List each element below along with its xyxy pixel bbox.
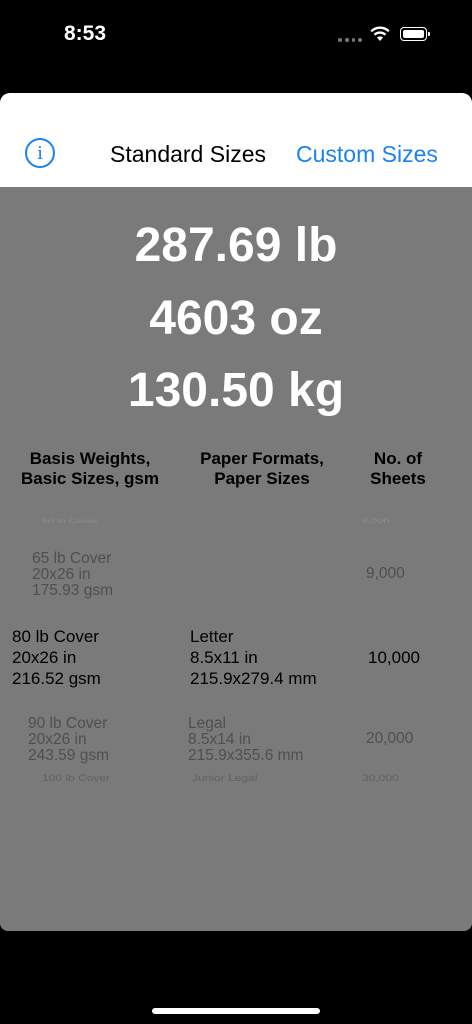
- wifi-icon: [370, 26, 390, 41]
- format-cell: Legal 8.5x14 in 215.9x355.6 mm: [188, 715, 304, 764]
- result-pounds: 287.69 lb: [134, 219, 338, 272]
- column-header-sheets-label: No. of Sheets: [370, 449, 426, 488]
- sheets-cell: 8,000: [362, 518, 390, 525]
- sheets-cell: 20,000: [366, 730, 414, 747]
- basis-cell: 100 lb Cover: [42, 772, 111, 784]
- cellular-signal-icon: [338, 38, 362, 42]
- result-ounces: 4603 oz: [149, 292, 323, 345]
- status-bar: 8:53: [0, 0, 472, 70]
- sheets-cell: 9,000: [366, 565, 405, 582]
- sheets-cell: 10,000: [368, 648, 420, 667]
- sheets-cell: 30,000: [362, 772, 399, 784]
- column-header-sheets: No. of Sheets: [348, 449, 448, 489]
- modal-sheet: i Standard Sizes Custom Sizes 287.69 lb …: [0, 93, 472, 931]
- column-header-basis-weights: Basis Weights, Basic Sizes, gsm: [10, 449, 170, 489]
- home-indicator[interactable]: [152, 1008, 320, 1014]
- format-cell: Letter 8.5x11 in 215.9x279.4 mm: [190, 627, 317, 688]
- basis-cell: 90 lb Cover 20x26 in 243.59 gsm: [28, 715, 109, 764]
- standard-sizes-title: Standard Sizes: [110, 141, 266, 167]
- result-kilograms: 130.50 kg: [127, 364, 345, 417]
- custom-sizes-button[interactable]: Custom Sizes: [296, 141, 438, 168]
- format-cell: Junior Legal: [192, 772, 258, 784]
- basis-cell: 80 lb Cover 20x26 in 216.52 gsm: [12, 627, 101, 688]
- basis-cell: 60 lb Cover: [42, 518, 99, 525]
- status-time: 8:53: [64, 22, 107, 45]
- basis-cell: 65 lb Cover 20x26 in 175.93 gsm: [32, 550, 113, 599]
- nav-bar: i Standard Sizes Custom Sizes: [0, 93, 472, 187]
- battery-icon: [400, 27, 430, 41]
- column-header-paper-formats: Paper Formats, Paper Sizes: [182, 449, 342, 489]
- info-icon[interactable]: i: [25, 138, 55, 168]
- column-header-format-label: Paper Formats, Paper Sizes: [200, 449, 324, 488]
- column-header-basis-label: Basis Weights, Basic Sizes, gsm: [21, 449, 159, 488]
